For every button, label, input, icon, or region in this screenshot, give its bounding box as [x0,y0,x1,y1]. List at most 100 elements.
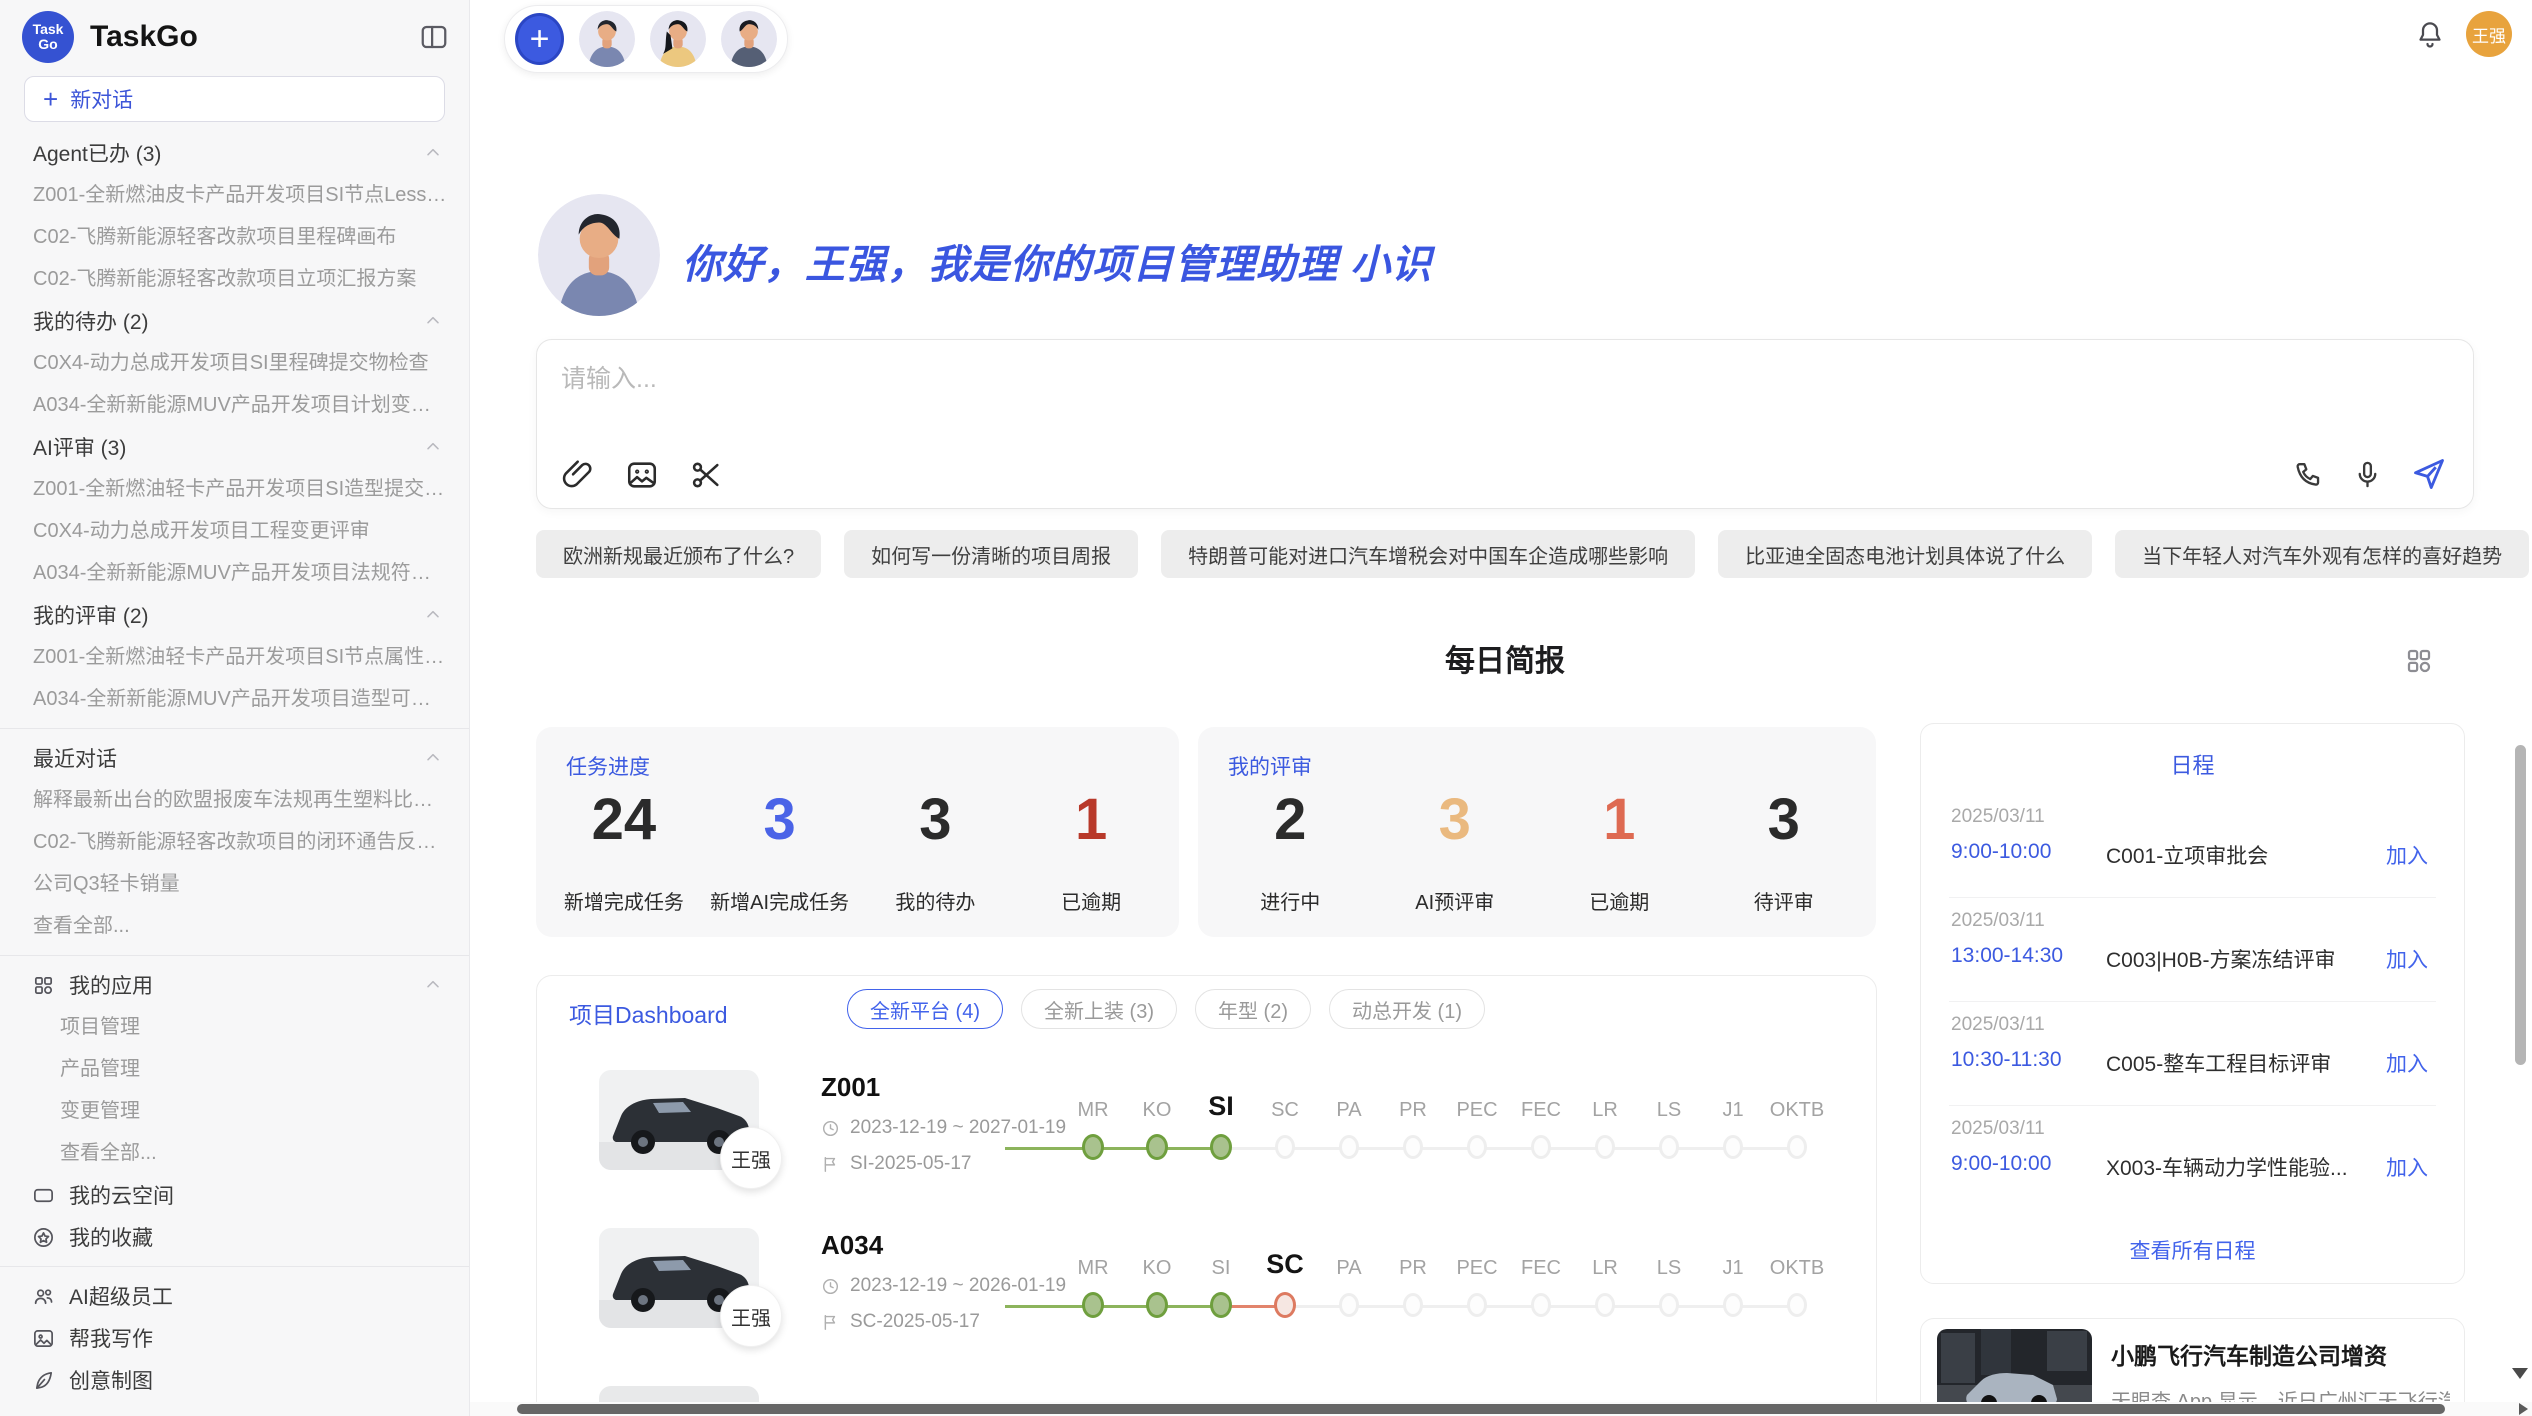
composer-actions [2293,456,2447,492]
milestone-dot [1659,1293,1679,1317]
sidebar-section-title: 我的评审 (2) [33,600,149,630]
project-code[interactable]: Z001 [821,1072,1066,1103]
task-progress-card: 任务进度 24新增完成任务3新增AI完成任务3我的待办1已逾期 [536,727,1179,937]
screenshot-scissors-icon[interactable] [689,458,723,492]
app-sub-item[interactable]: 变更管理 [0,1090,469,1132]
sidebar-section-header-s1[interactable]: 我的待办 (2) [0,300,469,342]
sidebar-divider [0,728,469,729]
recent-chat-item[interactable]: 公司Q3轻卡销量 [0,863,469,905]
greeting-text: 你好，王强，我是你的项目管理助理 小识 [682,232,1432,290]
milestone-node[interactable]: OKTB [1765,1236,1829,1318]
sidebar-task-item[interactable]: A034-全新新能源MUV产品开发项目计划变更表编写 [0,384,469,426]
app-sub-item[interactable]: 查看全部... [0,1132,469,1174]
suggestion-chips: 欧洲新规最近颁布了什么? 如何写一份清晰的项目周报特朗普可能对进口汽车增税会对中国… [536,530,2529,578]
user-avatar[interactable]: 王强 [2466,11,2512,57]
join-link[interactable]: 加入 [2386,1048,2428,1078]
scroll-down-arrow[interactable] [2512,1368,2528,1379]
phone-call-icon[interactable] [2293,459,2324,490]
stat-cell: 2进行中 [1208,785,1373,917]
schedule-time: 13:00-14:30 [1951,944,2063,968]
project-dates: 2023-12-19 ~ 2027-01-19 [821,1117,1066,1139]
milestone-label: LR [1592,1078,1618,1122]
stat-cell: 3新增AI完成任务 [702,785,858,917]
sidebar-task-item[interactable]: Z001-全新燃油皮卡产品开发项目SI节点Lesson Learn报告 [0,174,469,216]
layout-grid-icon[interactable] [2404,646,2434,676]
sidebar-tool-quill[interactable]: 创意制图 [0,1359,469,1401]
sidebar-task-item[interactable]: C0X4-动力总成开发项目SI里程碑提交物检查 [0,342,469,384]
project-flag-text: SI-2025-05-17 [850,1153,971,1175]
sidebar-section-title: 我的待办 (2) [33,306,149,336]
suggestion-chip[interactable]: 比亚迪全固态电池计划具体说了什么 [1718,530,2092,578]
dashboard-tab[interactable]: 全新上装 (3) [1021,989,1177,1029]
sidebar-item-my-apps[interactable]: 我的应用 [0,964,469,1006]
app-sub-item[interactable]: 产品管理 [0,1048,469,1090]
collapse-sidebar-icon[interactable] [419,22,449,52]
sidebar-section-header-recent[interactable]: 最近对话 [0,737,469,779]
agent-avatar[interactable] [721,11,777,67]
recent-chat-item[interactable]: 解释最新出台的欧盟报废车法规再生塑料比例被调至15%... [0,779,469,821]
milestone-label: LS [1657,1078,1681,1122]
join-link[interactable]: 加入 [2386,944,2428,974]
agent-avatar[interactable] [650,11,706,67]
app-sub-item[interactable]: 项目管理 [0,1006,469,1048]
join-link[interactable]: 加入 [2386,840,2428,870]
dashboard-tab[interactable]: 动总开发 (1) [1329,989,1485,1029]
sidebar-divider [0,955,469,956]
paperclip-icon[interactable] [561,458,595,492]
milestone-dot [1787,1135,1807,1159]
agent-avatar[interactable] [579,11,635,67]
chevron-up-icon [423,975,443,995]
milestone-dot [1403,1293,1423,1317]
chat-input[interactable] [561,356,2449,402]
notification-bell-icon[interactable] [2415,19,2445,49]
sidebar-tool-team[interactable]: AI超级员工 [0,1275,469,1317]
project-milestone-flag: SI-2025-05-17 [821,1153,1066,1175]
milestone-node[interactable]: OKTB [1765,1078,1829,1160]
card-title: 我的评审 [1228,751,1312,781]
suggestion-chip[interactable]: 欧洲新规最近颁布了什么? [536,530,821,578]
sidebar-task-item[interactable]: C0X4-动力总成开发项目工程变更评审 [0,510,469,552]
sidebar-task-item[interactable]: A034-全新新能源MUV产品开发项目造型可行性评审 [0,678,469,720]
project-owner-badge: 王强 [720,1285,782,1347]
milestone-label: KO [1143,1078,1172,1122]
add-agent-button[interactable]: + [515,13,564,65]
stat-cell: 1已逾期 [1013,785,1169,917]
microphone-icon[interactable] [2352,459,2383,490]
dashboard-tab[interactable]: 年型 (2) [1195,989,1311,1029]
sidebar-section-header-s2[interactable]: AI评审 (3) [0,426,469,468]
sidebar-section-header-s3[interactable]: 我的评审 (2) [0,594,469,636]
recent-chat-item[interactable]: 查看全部... [0,905,469,947]
image-upload-icon[interactable] [625,458,659,492]
milestone-label: SI [1208,1078,1234,1122]
sidebar-task-item[interactable]: A034-全新新能源MUV产品开发项目法规符合性评审 [0,552,469,594]
horizontal-scrollbar-thumb[interactable] [517,1404,2445,1414]
sidebar-tool-photo[interactable]: 帮我写作 [0,1317,469,1359]
sidebar-task-item[interactable]: Z001-全新燃油轻卡产品开发项目SI造型提交物评审 [0,468,469,510]
suggestion-chip[interactable]: 如何写一份清晰的项目周报 [844,530,1138,578]
sidebar-task-item[interactable]: C02-飞腾新能源轻客改款项目立项汇报方案 [0,258,469,300]
milestone-dot [1723,1293,1743,1317]
milestone-label: SC [1266,1236,1304,1280]
send-icon[interactable] [2411,456,2447,492]
suggestion-chip[interactable]: 当下年轻人对汽车外观有怎样的喜好趋势 [2115,530,2529,578]
scroll-right-arrow[interactable] [2519,1403,2528,1415]
project-date-range: 2023-12-19 ~ 2026-01-19 [850,1275,1066,1297]
stat-label: 进行中 [1260,886,1320,915]
suggestion-chip[interactable]: 特朗普可能对进口汽车增税会对中国车企造成哪些影响 [1161,530,1695,578]
project-info: A0342023-12-19 ~ 2026-01-19SC-2025-05-17 [821,1230,1066,1333]
vertical-scrollbar-thumb[interactable] [2515,745,2526,1065]
milestone-track: MRKOSISCPAPRPECFECLRLSJ1OKTB [1061,1236,1829,1318]
recent-chat-item[interactable]: C02-飞腾新能源轻客改款项目的闭环通告反馈情况 [0,821,469,863]
milestone-dot [1531,1135,1551,1159]
dashboard-tab[interactable]: 全新平台 (4) [847,989,1003,1029]
sidebar-item-cloud[interactable]: 我的云空间 [0,1174,469,1216]
join-link[interactable]: 加入 [2386,1152,2428,1182]
project-code[interactable]: A034 [821,1230,1066,1261]
new-chat-button[interactable]: + 新对话 [24,76,445,122]
view-all-schedule-link[interactable]: 查看所有日程 [1921,1235,2464,1265]
sidebar-task-item[interactable]: Z001-全新燃油轻卡产品开发项目SI节点属性5D文件评审 [0,636,469,678]
sidebar-section-header-s0[interactable]: Agent已办 (3) [0,132,469,174]
sidebar-task-item[interactable]: C02-飞腾新能源轻客改款项目里程碑画布 [0,216,469,258]
sidebar-item-star[interactable]: 我的收藏 [0,1216,469,1258]
milestone-dot [1339,1135,1359,1159]
